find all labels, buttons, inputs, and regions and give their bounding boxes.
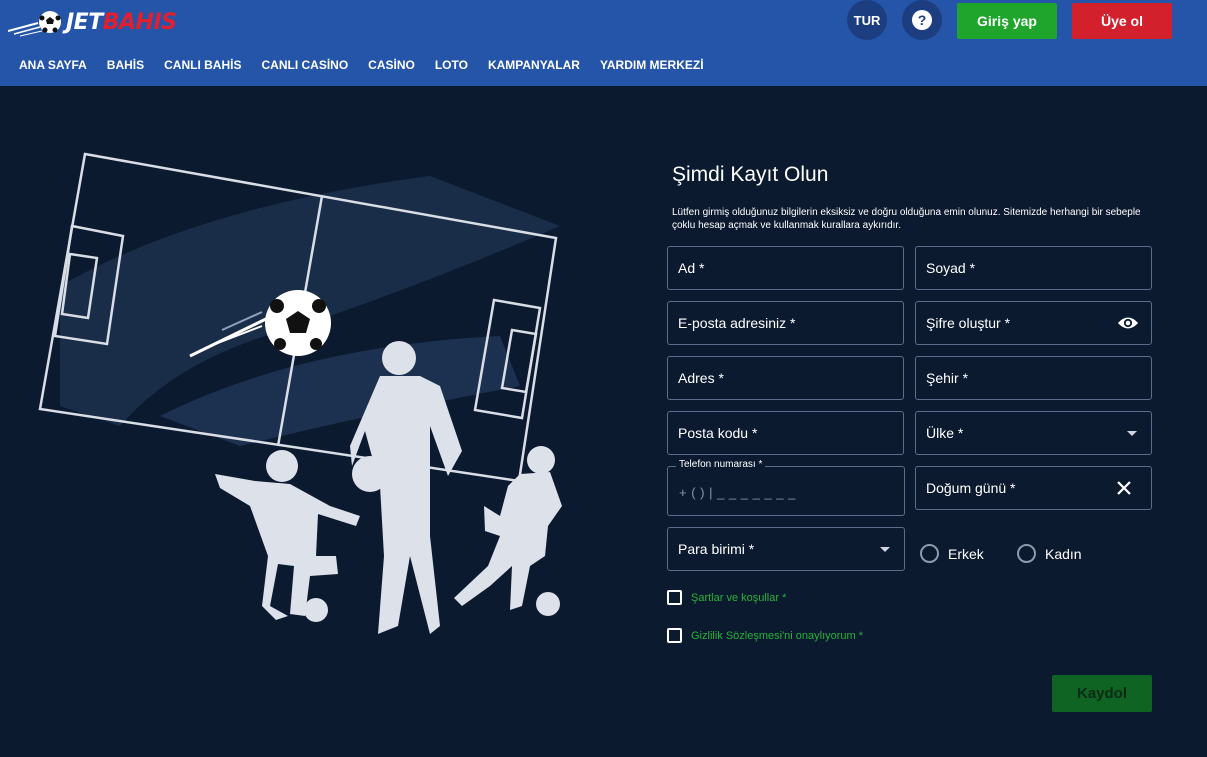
gender-male-label: Erkek (948, 545, 984, 562)
email-field[interactable]: E-posta adresiniz * (667, 301, 904, 345)
country-select[interactable]: Ülke * (915, 411, 1152, 455)
form-description: Lütfen girmiş olduğunuz bilgilerin eksik… (672, 207, 1141, 231)
terms-checkbox[interactable]: Şartlar ve koşullar * (667, 590, 786, 605)
checkbox[interactable] (667, 590, 682, 605)
postal-code-field[interactable]: Posta kodu * (667, 411, 904, 455)
email-label: E-posta adresiniz * (678, 315, 796, 331)
main-nav: ANA SAYFA BAHİS CANLI BAHİS CANLI CASİNO… (19, 58, 724, 72)
first-name-label: Ad * (678, 260, 705, 276)
nav-casino[interactable]: CASİNO (368, 58, 415, 72)
form-title: Şimdi Kayıt Olun (672, 163, 829, 186)
submit-button[interactable]: Kaydol (1052, 675, 1152, 712)
address-label: Adres * (678, 370, 724, 386)
terms-label[interactable]: Şartlar ve koşullar * (691, 592, 786, 604)
birthday-label: Doğum günü * (926, 480, 1016, 496)
top-header: JETBAHIS ANA SAYFA BAHİS CANLI BAHİS CAN… (0, 0, 1207, 86)
chevron-down-icon (1127, 431, 1137, 436)
gender-female-radio[interactable]: Kadın (1017, 544, 1082, 563)
logo-bahis: BAHIS (102, 9, 177, 35)
currency-select[interactable]: Para birimi * (667, 527, 905, 571)
phone-mask: + ( ) | _ _ _ _ _ _ _ (679, 485, 796, 500)
phone-label: Telefon numarası * (676, 459, 766, 470)
last-name-field[interactable]: Soyad * (915, 246, 1152, 290)
chevron-down-icon (880, 547, 890, 552)
close-icon[interactable] (1115, 479, 1133, 497)
radio-circle[interactable] (920, 544, 939, 563)
signup-button[interactable]: Üye ol (1072, 3, 1172, 39)
eye-icon[interactable] (1117, 314, 1139, 332)
logo-jet: JET (66, 9, 103, 35)
currency-label: Para birimi * (678, 541, 755, 557)
city-label: Şehir * (926, 370, 969, 386)
password-field[interactable]: Şifre oluştur * (915, 301, 1152, 345)
phone-field[interactable]: Telefon numarası * + ( ) | _ _ _ _ _ _ _ (667, 459, 905, 516)
privacy-label[interactable]: Gizlilik Sözleşmesi'ni onaylıyorum * (691, 630, 863, 642)
logo-text: JETBAHIS (66, 9, 177, 35)
nav-kampanyalar[interactable]: KAMPANYALAR (488, 58, 580, 72)
football-illustration (38, 152, 562, 634)
city-field[interactable]: Şehir * (915, 356, 1152, 400)
soccer-ball-icon (8, 11, 61, 37)
gender-female-label: Kadın (1045, 545, 1082, 562)
help-button[interactable]: ? (902, 0, 942, 40)
nav-ana-sayfa[interactable]: ANA SAYFA (19, 58, 87, 72)
nav-canli-casino[interactable]: CANLI CASİNO (261, 58, 348, 72)
last-name-label: Soyad * (926, 260, 976, 276)
site-logo[interactable]: JETBAHIS (8, 6, 177, 38)
nav-bahis[interactable]: BAHİS (107, 58, 144, 72)
privacy-checkbox[interactable]: Gizlilik Sözleşmesi'ni onaylıyorum * (667, 628, 863, 643)
gender-male-radio[interactable]: Erkek (920, 544, 984, 563)
first-name-field[interactable]: Ad * (667, 246, 904, 290)
address-field[interactable]: Adres * (667, 356, 904, 400)
radio-circle[interactable] (1017, 544, 1036, 563)
nav-canli-bahis[interactable]: CANLI BAHİS (164, 58, 241, 72)
login-button[interactable]: Giriş yap (957, 3, 1057, 39)
language-button[interactable]: TUR (847, 0, 887, 40)
nav-loto[interactable]: LOTO (435, 58, 468, 72)
checkbox[interactable] (667, 628, 682, 643)
password-label: Şifre oluştur * (926, 315, 1011, 331)
help-icon: ? (912, 10, 932, 30)
birthday-field[interactable]: Doğum günü * (915, 466, 1152, 510)
postal-code-label: Posta kodu * (678, 425, 758, 441)
country-label: Ülke * (926, 425, 964, 441)
nav-yardim-merkezi[interactable]: YARDIM MERKEZİ (600, 58, 704, 72)
